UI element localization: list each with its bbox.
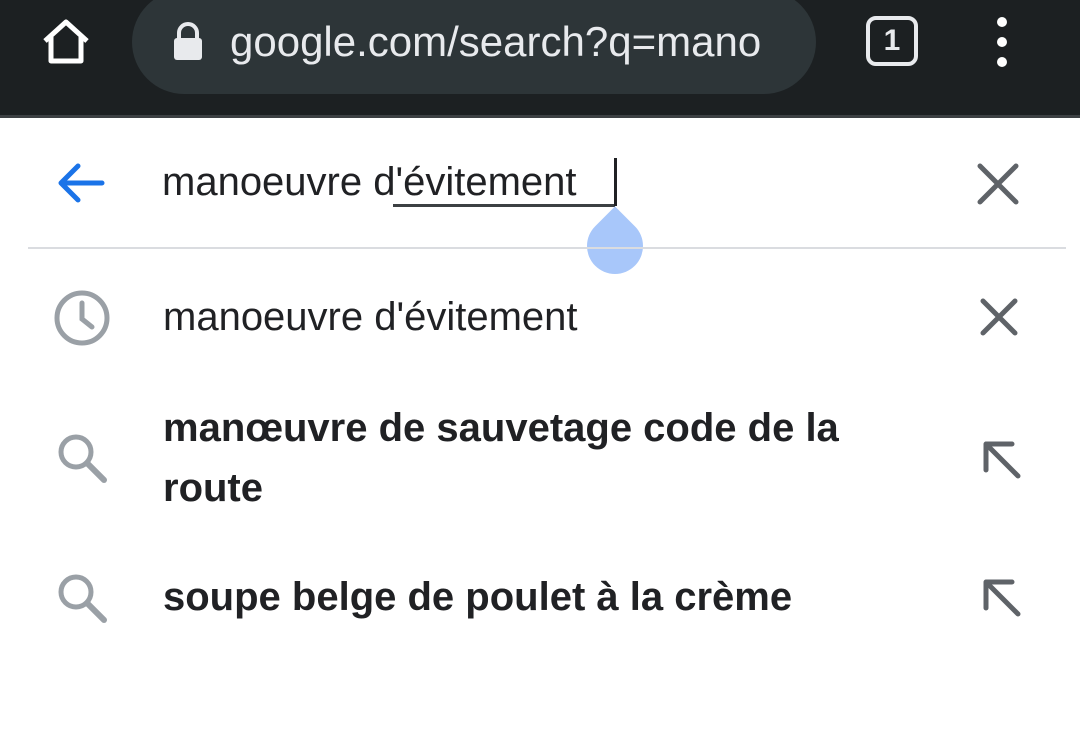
search-icon bbox=[58, 574, 107, 623]
text-caret bbox=[614, 158, 617, 206]
close-icon[interactable] bbox=[974, 292, 1024, 342]
lock-icon bbox=[174, 22, 202, 60]
close-icon[interactable] bbox=[972, 158, 1024, 210]
suggestion-text: soupe belge de poulet à la crème bbox=[163, 575, 793, 619]
search-icon bbox=[58, 434, 107, 483]
tab-switcher-button[interactable]: 1 bbox=[866, 16, 918, 66]
url-text[interactable]: google.com/search?q=mano bbox=[230, 14, 810, 70]
more-vert-icon[interactable] bbox=[980, 12, 1024, 72]
arrow-up-left-icon[interactable] bbox=[976, 434, 1026, 484]
browser-toolbar: google.com/search?q=mano 1 bbox=[0, 0, 1080, 118]
search-input[interactable]: manoeuvre d'évitement bbox=[162, 152, 922, 212]
arrow-up-left-icon[interactable] bbox=[976, 572, 1026, 622]
arrow-back-icon[interactable] bbox=[52, 158, 108, 208]
home-icon bbox=[43, 19, 89, 64]
history-icon bbox=[54, 290, 110, 346]
home-button[interactable] bbox=[36, 12, 96, 72]
suggestion-text: manoeuvre d'évitement bbox=[163, 295, 578, 339]
tab-count: 1 bbox=[883, 24, 901, 57]
suggestion-text: manœuvre de sauvetage code de la route bbox=[163, 406, 839, 510]
composing-underline bbox=[393, 204, 615, 207]
text-selection-handle[interactable] bbox=[575, 206, 655, 286]
divider bbox=[28, 247, 1066, 249]
